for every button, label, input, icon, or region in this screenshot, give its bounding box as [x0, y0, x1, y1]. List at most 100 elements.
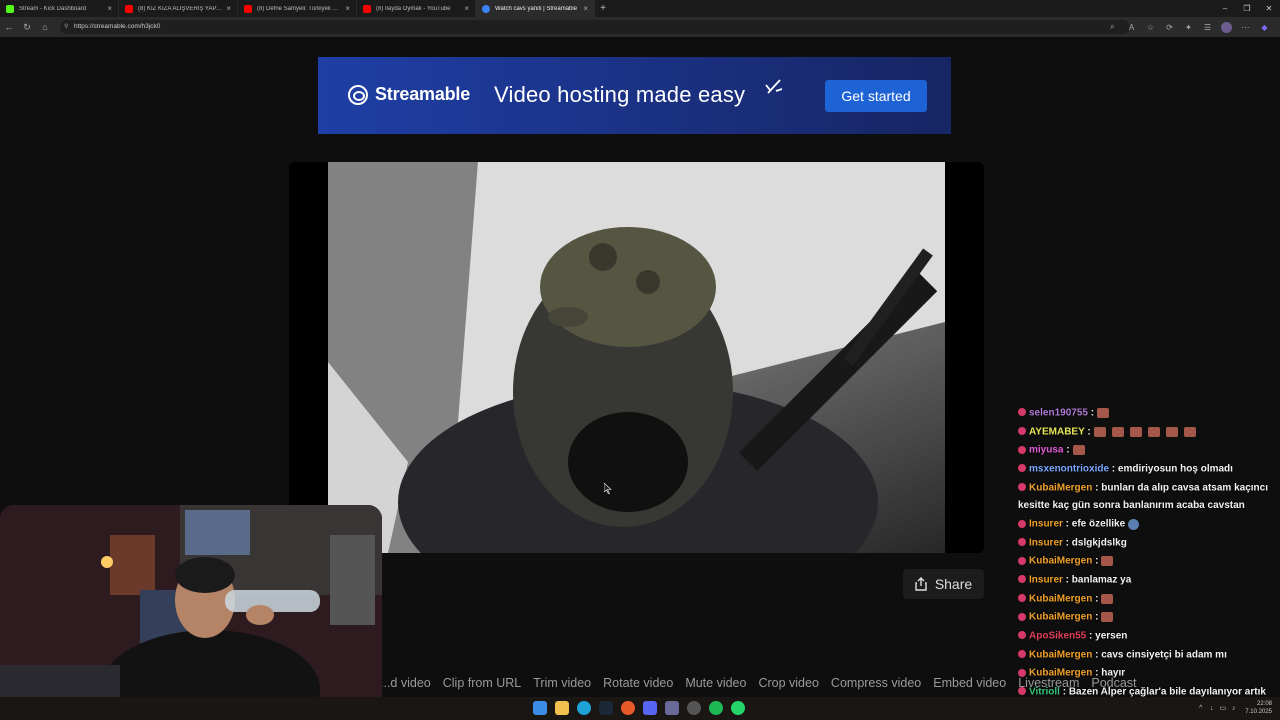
taskbar-apps	[533, 701, 753, 715]
chat-username[interactable]: ApoSiken55	[1029, 631, 1086, 642]
chat-username[interactable]: KubaiMergen	[1029, 649, 1092, 660]
app-icon[interactable]	[665, 701, 679, 715]
edge-icon[interactable]	[577, 701, 591, 715]
youtube-favicon-icon	[363, 4, 371, 13]
footer-link[interactable]: Trim video	[533, 676, 591, 694]
back-icon[interactable]: ←	[0, 22, 18, 32]
download-icon[interactable]: ↓	[1206, 705, 1217, 712]
sparkle-icon	[765, 79, 783, 94]
spotify-icon[interactable]	[709, 701, 723, 715]
close-icon[interactable]: ×	[107, 4, 112, 13]
close-icon[interactable]: ×	[464, 4, 469, 13]
chat-username[interactable]: msxenontrioxide	[1029, 464, 1109, 475]
refresh-extension-icon[interactable]: ⟳	[1160, 23, 1179, 32]
chat-username[interactable]: KubaiMergen	[1029, 556, 1092, 567]
chat-badges	[1018, 552, 1029, 570]
chat-username[interactable]: Insurer	[1029, 537, 1063, 548]
tab-4-active[interactable]: Watch cavs yaniti | Streamable ×	[476, 0, 595, 17]
chat-message: msxenontrioxide : emdiriyosun hoş olmadı	[1012, 460, 1280, 479]
chat-username[interactable]: Vitrioll	[1029, 687, 1060, 698]
streamable-ad-banner[interactable]: Streamable Video hosting made easy Get s…	[318, 57, 951, 134]
close-icon[interactable]: ×	[226, 4, 231, 13]
chat-text: :	[1063, 444, 1070, 456]
footer-link[interactable]: Mute video	[685, 676, 746, 694]
footer-link[interactable]: ...d video	[380, 676, 431, 694]
file-explorer-icon[interactable]	[555, 701, 569, 715]
browser-app-icon[interactable]	[621, 701, 635, 715]
read-aloud-icon[interactable]: A	[1122, 23, 1141, 32]
tray-expand-icon[interactable]: ^	[1195, 705, 1206, 712]
home-icon[interactable]: ⌂	[36, 22, 54, 32]
zoom-icon[interactable]: ⌕	[1103, 22, 1122, 32]
start-icon[interactable]	[533, 701, 547, 715]
chat-text: : banlamaz ya	[1062, 574, 1132, 586]
subscriber-badge-icon	[1018, 408, 1026, 417]
subscriber-badge-icon	[1018, 482, 1026, 491]
chat-text: : Bazen Alper çağlar'a bile dayılanıyor …	[1059, 686, 1266, 698]
chat-username[interactable]: KubaiMergen	[1029, 593, 1092, 604]
chat-emote-icon	[1129, 426, 1142, 437]
tab-3[interactable]: (8) İlayda Oymak - YouTube ×	[357, 0, 476, 17]
steam-icon[interactable]	[599, 701, 613, 715]
footer-link[interactable]: Clip from URL	[443, 676, 522, 694]
site-info-icon[interactable]: ⚲	[64, 20, 68, 34]
profile-avatar-icon[interactable]	[1221, 21, 1232, 33]
chat-badges	[1018, 404, 1029, 422]
subscriber-badge-icon	[1018, 631, 1026, 640]
video-player[interactable]	[289, 162, 984, 553]
chat-username[interactable]: KubaiMergen	[1029, 668, 1092, 679]
subscriber-badge-icon	[1018, 538, 1026, 547]
reload-icon[interactable]: ↻	[18, 22, 36, 33]
restore-icon[interactable]: ❐	[1236, 0, 1258, 17]
copilot-icon[interactable]: ◆	[1255, 23, 1274, 32]
extensions-icon[interactable]: ✦	[1179, 23, 1198, 32]
chat-text: : cavs cinsiyetçi bi adam mı	[1092, 649, 1227, 661]
chat-username[interactable]: Insurer	[1029, 575, 1063, 586]
get-started-button[interactable]: Get started	[825, 80, 927, 112]
chat-text: : yersen	[1086, 630, 1128, 642]
banner-brand: Streamable	[375, 84, 471, 104]
chat-username[interactable]: selen190755	[1029, 408, 1088, 419]
share-button[interactable]: Share	[903, 569, 984, 599]
tab-1[interactable]: (8) KIZ KIZA ALIŞVERİŞ YAPALIM ×	[119, 0, 238, 17]
network-icon[interactable]: ▭	[1217, 704, 1228, 712]
minimize-icon[interactable]: –	[1214, 0, 1236, 17]
whatsapp-icon[interactable]	[731, 701, 745, 715]
subscriber-badge-icon	[1018, 427, 1026, 435]
tab-title: (8) Defne Samyeli: Türkiyeli değil	[257, 5, 342, 12]
chat-badges	[1018, 664, 1029, 682]
close-window-icon[interactable]: ✕	[1258, 0, 1280, 17]
discord-icon[interactable]	[643, 701, 657, 715]
tab-0[interactable]: Stream - Kick Dashboard ×	[0, 0, 119, 17]
chat-username[interactable]: AYEMABEY	[1029, 426, 1085, 437]
volume-icon[interactable]: ♪	[1228, 705, 1239, 712]
favorite-star-icon[interactable]: ☆	[1141, 23, 1160, 32]
chat-badges	[1018, 608, 1029, 626]
footer-link[interactable]: Rotate video	[603, 676, 673, 694]
chat-username[interactable]: Insurer	[1029, 519, 1063, 530]
footer-link[interactable]: Embed video	[933, 676, 1006, 694]
video-frame	[328, 162, 945, 553]
chat-username[interactable]: miyusa	[1029, 445, 1063, 456]
footer-link[interactable]: Compress video	[831, 676, 921, 694]
close-icon[interactable]: ×	[583, 4, 588, 13]
chat-username[interactable]: KubaiMergen	[1029, 612, 1092, 623]
obs-icon[interactable]	[687, 701, 701, 715]
new-tab-icon[interactable]: +	[595, 0, 611, 17]
chat-emote-icon	[1101, 556, 1114, 567]
share-icon	[915, 577, 927, 591]
tab-title: (8) İlayda Oymak - YouTube	[376, 5, 451, 12]
address-bar[interactable]: ⚲ https://streamable.com/h3jck0	[60, 20, 1130, 34]
tab-2[interactable]: (8) Defne Samyeli: Türkiyeli değil ×	[238, 0, 357, 17]
chat-message: ApoSiken55 : yersen	[1012, 627, 1280, 646]
footer-link[interactable]: Crop video	[758, 676, 818, 694]
favorites-icon[interactable]: ☰	[1198, 23, 1217, 32]
close-icon[interactable]: ×	[345, 4, 350, 13]
chat-message: AYEMABEY :	[1012, 423, 1280, 442]
more-menu-icon[interactable]: ⋯	[1236, 23, 1255, 32]
clock[interactable]: 22:08 7.10.2025	[1245, 700, 1272, 716]
chat-message: miyusa :	[1012, 441, 1280, 460]
chat-message: KubaiMergen : hayır	[1012, 664, 1280, 683]
banner-tagline: Video hosting made easy	[494, 82, 746, 107]
chat-username[interactable]: KubaiMergen	[1029, 482, 1092, 493]
